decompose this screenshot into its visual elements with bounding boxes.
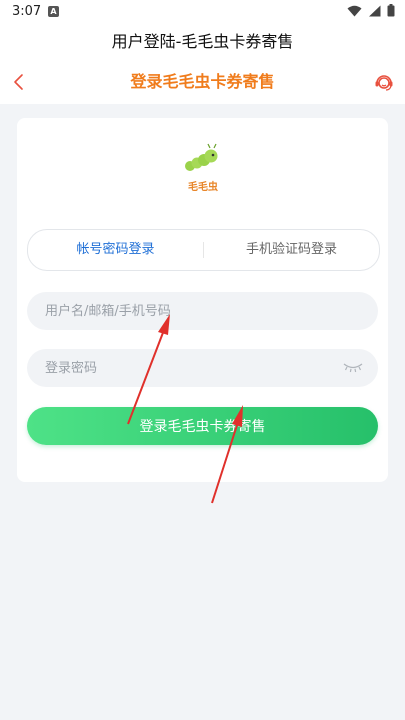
login-tabs: 帐号密码登录 手机验证码登录 [27,229,380,271]
logo-text: 毛毛虫 [188,182,218,193]
status-time: 3:07 [12,4,42,19]
wifi-icon [347,5,362,16]
username-input[interactable] [27,292,378,330]
login-card: 毛毛虫 帐号密码登录 手机验证码登录 登录毛毛虫卡券寄售 [17,118,388,482]
login-submit-button[interactable]: 登录毛毛虫卡券寄售 [27,407,378,445]
battery-icon [387,4,395,17]
signal-icon [369,5,381,16]
back-chevron-icon[interactable] [10,72,30,92]
password-input[interactable] [27,349,378,387]
eye-closed-icon[interactable] [343,361,363,373]
app-logo: 毛毛虫 [182,142,224,193]
nav-bar: 登录毛毛虫卡券寄售 [0,60,405,104]
window-title: 用户登陆-毛毛虫卡券寄售 [0,24,405,60]
page-title: 登录毛毛虫卡券寄售 [130,72,275,91]
status-icons [347,4,395,17]
customer-service-icon[interactable] [373,71,395,93]
caterpillar-logo-icon [185,143,218,171]
status-bar: 3:07 A [0,0,405,24]
notification-icon: A [48,6,59,17]
tab-sms-code[interactable]: 手机验证码登录 [204,230,379,270]
tab-account-password[interactable]: 帐号密码登录 [28,230,203,270]
